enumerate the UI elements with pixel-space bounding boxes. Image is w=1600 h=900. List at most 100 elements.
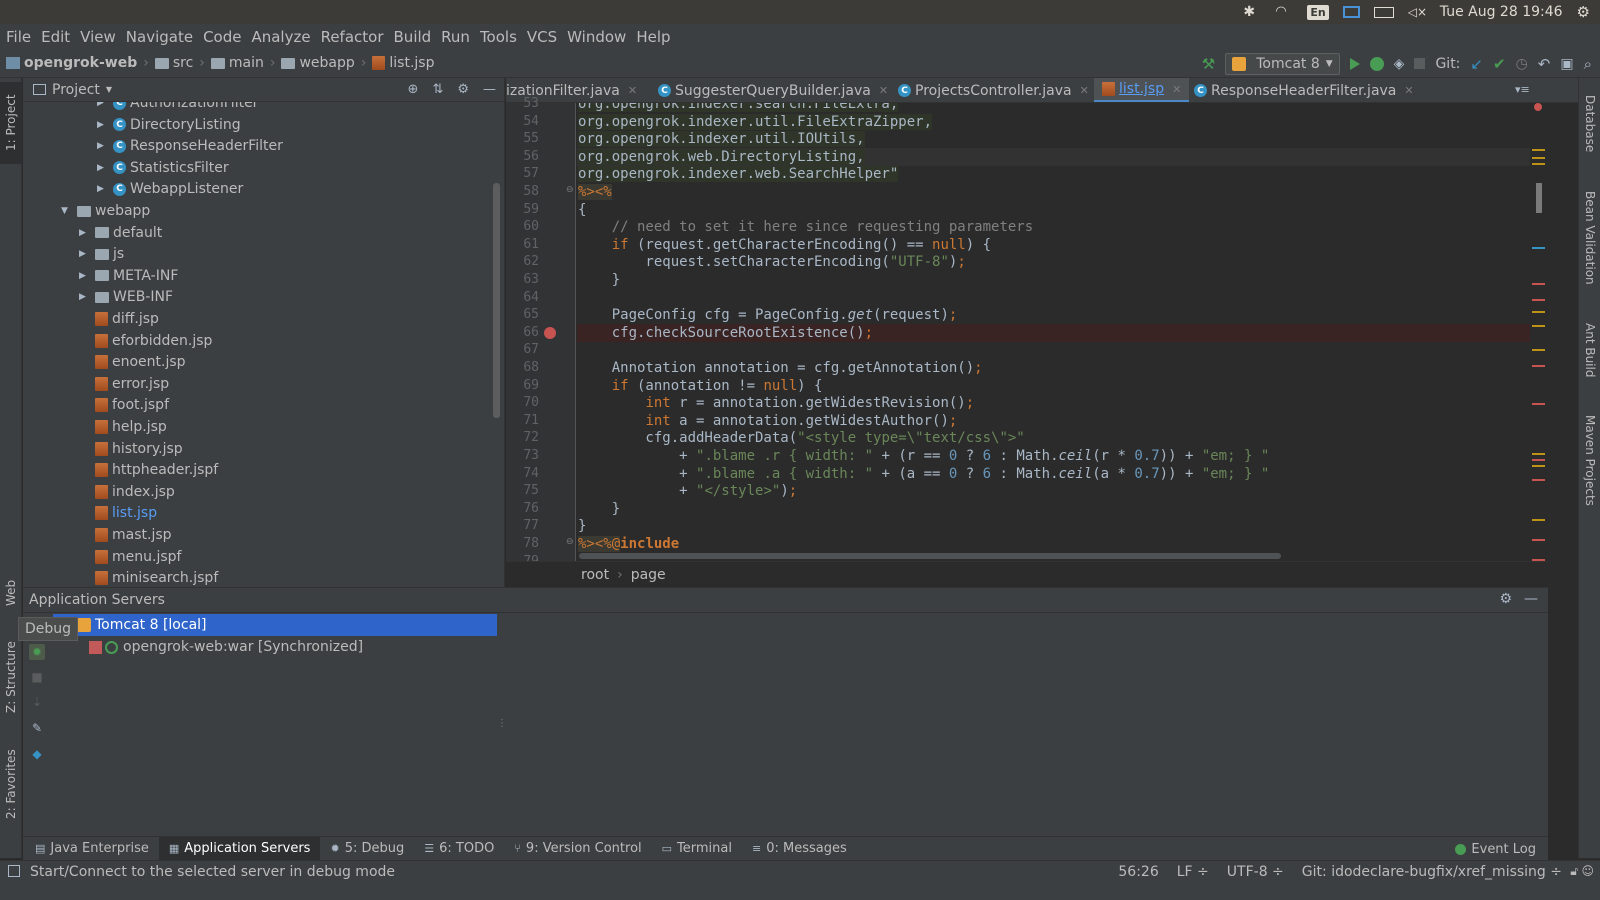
collapse-all-icon[interactable]: ⇅ [432,82,443,97]
code-line[interactable]: Annotation annotation = cfg.getAnnotatio… [577,359,1530,377]
deploy-button[interactable]: ⇣ [29,694,45,710]
mail-icon[interactable] [1342,6,1360,18]
inspector-icon[interactable]: ☺ [1581,864,1594,878]
build-hammer-icon[interactable]: ⚒ [1202,55,1215,73]
project-structure-icon[interactable]: ▣ [1560,56,1573,72]
code-line[interactable]: if (request.getCharacterEncoding() == nu… [577,236,1530,254]
artifact-node[interactable]: opengrok-web:war [Synchronized] [89,636,363,658]
warning-marker[interactable] [1532,519,1545,521]
hide-icon[interactable]: — [1524,591,1538,607]
expanded-arrow-icon[interactable]: ▼ [61,206,71,216]
error-marker[interactable] [1532,479,1545,481]
power-gear-icon[interactable]: ⚙ [1577,3,1590,21]
git-update-icon[interactable]: ↙ [1470,55,1483,73]
code-line[interactable]: org.opengrok.indexer.util.FileExtraZippe… [577,113,1530,131]
tree-node[interactable]: ▶ C WebappListener [97,178,243,200]
menu-help[interactable]: Help [636,28,670,46]
fold-icon[interactable]: ⊖ [566,185,574,195]
git-history-icon[interactable]: ◷ [1516,56,1528,72]
code-editor[interactable]: org.opengrok.indexer.search.FileExtra, or… [577,103,1530,561]
collapsed-arrow-icon[interactable]: ▶ [97,102,107,108]
code-line[interactable]: + "</style>"); [577,482,1530,500]
favorites-tool-tab[interactable]: 2: Favorites [0,738,22,830]
breakpoint-icon[interactable] [544,326,556,339]
menu-run[interactable]: Run [441,28,470,46]
menu-tools[interactable]: Tools [480,28,517,46]
stop-icon[interactable] [1414,58,1426,69]
code-line[interactable]: request.setCharacterEncoding("UTF-8"); [577,253,1530,271]
code-line[interactable]: } [577,517,1530,535]
close-tab-icon[interactable]: ✕ [1080,84,1089,97]
collapsed-arrow-icon[interactable]: ▶ [79,271,89,281]
project-tree-scrollbar[interactable] [493,183,500,418]
menu-file[interactable]: File [6,28,31,46]
editor-tab[interactable]: list.jsp ✕ [1094,78,1190,102]
tree-node[interactable]: minisearch.jspf [79,567,218,586]
code-line[interactable]: + ".blame .r { width: " + (r == 0 ? 6 : … [577,447,1530,465]
code-line[interactable]: %><% [577,183,1530,201]
tab-list-icon[interactable]: ▾≡ [1515,83,1530,96]
editor-tab[interactable]: C ProjectsController.java ✕ [890,78,1097,102]
menu-analyze[interactable]: Analyze [251,28,310,46]
tree-node[interactable]: enoent.jsp [79,351,186,373]
bottom-tab[interactable]: ☰ 6: TODO [414,837,504,861]
debug-server-button[interactable]: ✹ [29,644,45,660]
code-line[interactable]: + ".blame .a { width: " + (a == 0 ? 6 : … [577,465,1530,483]
error-marker[interactable] [1532,299,1545,301]
menu-code[interactable]: Code [203,28,241,46]
code-line[interactable]: cfg.addHeaderData("<style type=\"text/cs… [577,429,1530,447]
keyboard-layout-indicator[interactable]: En [1307,4,1329,20]
tree-node[interactable]: eforbidden.jsp [79,330,212,352]
code-line[interactable]: // need to set it here since requesting … [577,218,1530,236]
tree-node[interactable]: ▶ META-INF [79,265,178,287]
breadcrumb-file[interactable]: list.jsp [372,55,435,71]
tree-node[interactable]: ▶ js [79,243,124,265]
warning-marker[interactable] [1532,453,1545,455]
run-with-coverage-icon[interactable]: ◈ [1394,56,1405,72]
menu-vcs[interactable]: VCS [527,28,557,46]
bottom-tab[interactable]: ▤ Java Enterprise [25,837,159,861]
bottom-tab[interactable]: ⑂ 9: Version Control [504,837,651,861]
close-tab-icon[interactable]: ✕ [1404,84,1413,97]
close-tab-icon[interactable]: ✕ [628,84,637,97]
collapsed-arrow-icon[interactable]: ▶ [97,163,107,173]
line-separator[interactable]: LF ÷ [1177,864,1209,880]
splitter-handle[interactable]: ⋮ [497,718,507,729]
bottom-tab[interactable]: ≡ 0: Messages [742,837,857,861]
structure-tool-tab[interactable]: Z: Structure [0,632,22,722]
error-stripe-thumb[interactable] [1536,183,1542,213]
code-line[interactable]: if (annotation != null) { [577,377,1530,395]
warning-marker[interactable] [1532,465,1545,467]
breadcrumb-webapp[interactable]: webapp › [281,55,366,71]
ant-build-tool-tab[interactable]: Ant Build [1579,312,1600,388]
tree-node[interactable]: menu.jspf [79,546,181,568]
hide-icon[interactable]: — [483,82,496,97]
volume-muted-icon[interactable]: ◁× [1408,5,1427,19]
code-line[interactable] [577,289,1530,307]
git-revert-icon[interactable]: ↶ [1538,55,1551,73]
settings-tray-icon[interactable]: ✱ [1243,5,1261,19]
locate-icon[interactable]: ⊕ [408,82,419,97]
breadcrumb-main[interactable]: main › [210,55,275,71]
tree-node[interactable]: error.jsp [79,373,169,395]
web-tool-tab[interactable]: Web [0,566,22,620]
breadcrumb-module[interactable]: opengrok-web › [6,55,149,71]
chevron-down-icon[interactable]: ▼ [106,85,112,94]
tree-node[interactable]: ▶ WEB-INF [79,286,173,308]
git-branch[interactable]: Git: idodeclare-bugfix/xref_missing ÷ [1302,864,1562,880]
edit-configuration-button[interactable]: ✎ [29,720,45,736]
warning-marker[interactable] [1532,325,1545,327]
run-configuration-select[interactable]: Tomcat 8 ▼ [1225,52,1340,75]
gear-icon[interactable]: ⚙ [457,82,469,97]
error-marker[interactable] [1532,365,1545,367]
menu-navigate[interactable]: Navigate [126,28,193,46]
battery-icon[interactable] [1373,6,1394,18]
bean-validation-tool-tab[interactable]: Bean Validation [1579,178,1600,298]
bottom-tab[interactable]: ▭ Terminal [652,837,742,861]
editor-tab[interactable]: C ResponseHeaderFilter.java ✕ [1186,78,1422,102]
error-indicator-icon[interactable] [1534,103,1542,111]
git-commit-icon[interactable]: ✔ [1493,55,1506,73]
code-line[interactable]: { [577,201,1530,219]
error-marker[interactable] [1532,539,1545,541]
error-marker[interactable] [1532,459,1545,461]
